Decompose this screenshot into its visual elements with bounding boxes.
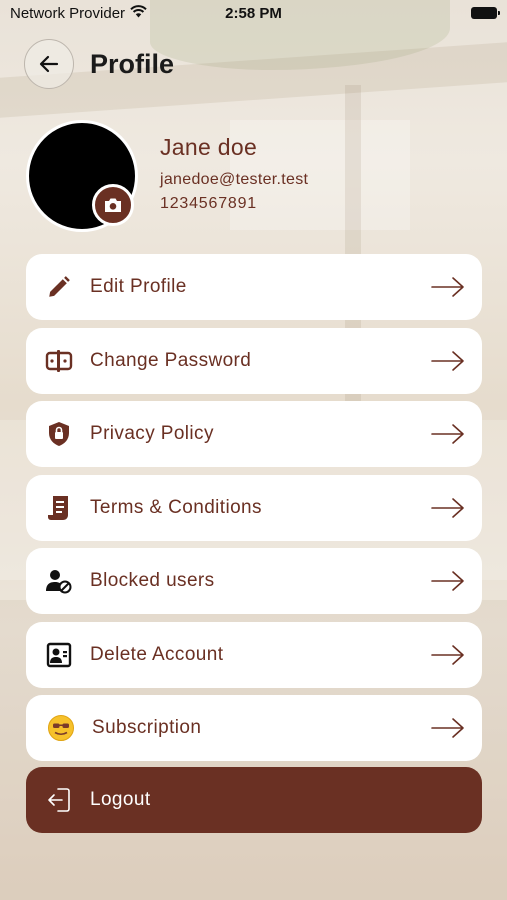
- arrow-right-icon: [431, 571, 464, 591]
- password-icon: [42, 344, 76, 378]
- terms-conditions-button[interactable]: Terms & Conditions: [26, 474, 482, 541]
- arrow-right-icon: [431, 424, 464, 444]
- battery-icon: [471, 7, 500, 19]
- logout-label: Logout: [90, 789, 151, 810]
- privacy-policy-button[interactable]: Privacy Policy: [26, 401, 482, 467]
- arrow-right-icon: [431, 644, 464, 665]
- menu-item-label: Edit Profile: [90, 276, 187, 297]
- arrow-right-icon: [431, 277, 464, 297]
- profile-phone: 1234567891: [160, 195, 257, 212]
- status-bar: Network Provider 2:58 PM: [0, 0, 507, 28]
- subscription-button[interactable]: Subscription: [26, 695, 482, 761]
- menu-item-label: Change Password: [90, 349, 252, 371]
- account-card-icon: [42, 638, 76, 672]
- edit-profile-button[interactable]: Edit Profile: [26, 254, 482, 320]
- menu-item-label: Terms & Conditions: [90, 496, 262, 518]
- status-time: 2:58 PM: [225, 5, 282, 22]
- arrow-right-icon: [431, 497, 464, 518]
- logout-icon: [42, 783, 76, 817]
- back-button[interactable]: [24, 39, 74, 89]
- menu-item-label: Blocked users: [90, 570, 215, 591]
- arrow-right-icon: [431, 350, 464, 371]
- profile-name: Jane doe: [160, 134, 258, 160]
- settings-menu: Edit Profile Change Password Privacy Pol…: [26, 254, 482, 769]
- scroll-icon: [42, 491, 76, 525]
- menu-item-label: Subscription: [92, 717, 202, 738]
- delete-account-button[interactable]: Delete Account: [26, 621, 482, 688]
- back-arrow-icon: [39, 55, 59, 73]
- change-photo-button[interactable]: [92, 184, 134, 226]
- blocked-user-icon: [42, 564, 76, 598]
- camera-icon: [105, 198, 121, 212]
- menu-item-label: Privacy Policy: [90, 423, 214, 444]
- emoji-icon: [44, 711, 78, 745]
- blocked-users-button[interactable]: Blocked users: [26, 548, 482, 614]
- menu-item-label: Delete Account: [90, 643, 224, 665]
- change-password-button[interactable]: Change Password: [26, 327, 482, 394]
- page-title: Profile: [90, 48, 175, 79]
- logout-button[interactable]: Logout: [26, 767, 482, 833]
- shield-lock-icon: [42, 417, 76, 451]
- profile-email: janedoe@tester.test: [160, 171, 309, 188]
- arrow-right-icon: [431, 718, 464, 738]
- pencil-icon: [42, 270, 76, 304]
- header: Profile: [24, 38, 174, 90]
